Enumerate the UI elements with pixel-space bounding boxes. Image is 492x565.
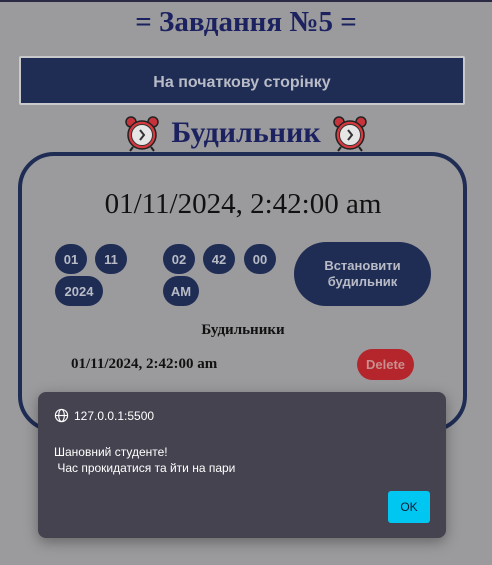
alarms-heading: Будильники (201, 322, 285, 338)
dialog-origin: 127.0.0.1:5500 (54, 408, 154, 423)
alarm-section-header: Будильник (0, 113, 492, 153)
globe-icon (54, 408, 69, 423)
home-button[interactable]: На початкову сторінку (19, 56, 465, 105)
set-alarm-button[interactable]: Встановити будильник (294, 242, 431, 306)
alarm-section-title: Будильник (171, 116, 321, 149)
alarm-clock-icon (125, 116, 160, 152)
alert-dialog: 127.0.0.1:5500 Шановний студенте! Час пр… (38, 392, 446, 538)
dialog-message-line2: Час прокидатися та йти на пари (54, 461, 236, 475)
dialog-message-line1: Шановний студенте! (54, 445, 168, 459)
day-input[interactable]: 01 (55, 244, 87, 274)
top-border (0, 0, 492, 2)
page-title: = Завдання №5 = (135, 6, 357, 38)
year-input[interactable]: 2024 (55, 276, 103, 306)
seconds-input[interactable]: 00 (244, 244, 276, 274)
alarm-list-item-time: 01/11/2024, 2:42:00 am (71, 356, 218, 372)
minutes-input[interactable]: 42 (203, 244, 235, 274)
dialog-origin-text: 127.0.0.1:5500 (74, 408, 155, 423)
hours-input[interactable]: 02 (163, 244, 195, 274)
current-datetime: 01/11/2024, 2:42:00 am (104, 188, 382, 220)
month-input[interactable]: 11 (95, 244, 127, 274)
ok-button[interactable]: OK (388, 491, 430, 523)
alarm-clock-icon (332, 116, 367, 152)
delete-alarm-button[interactable]: Delete (357, 349, 414, 380)
period-input[interactable]: AM (163, 276, 199, 306)
